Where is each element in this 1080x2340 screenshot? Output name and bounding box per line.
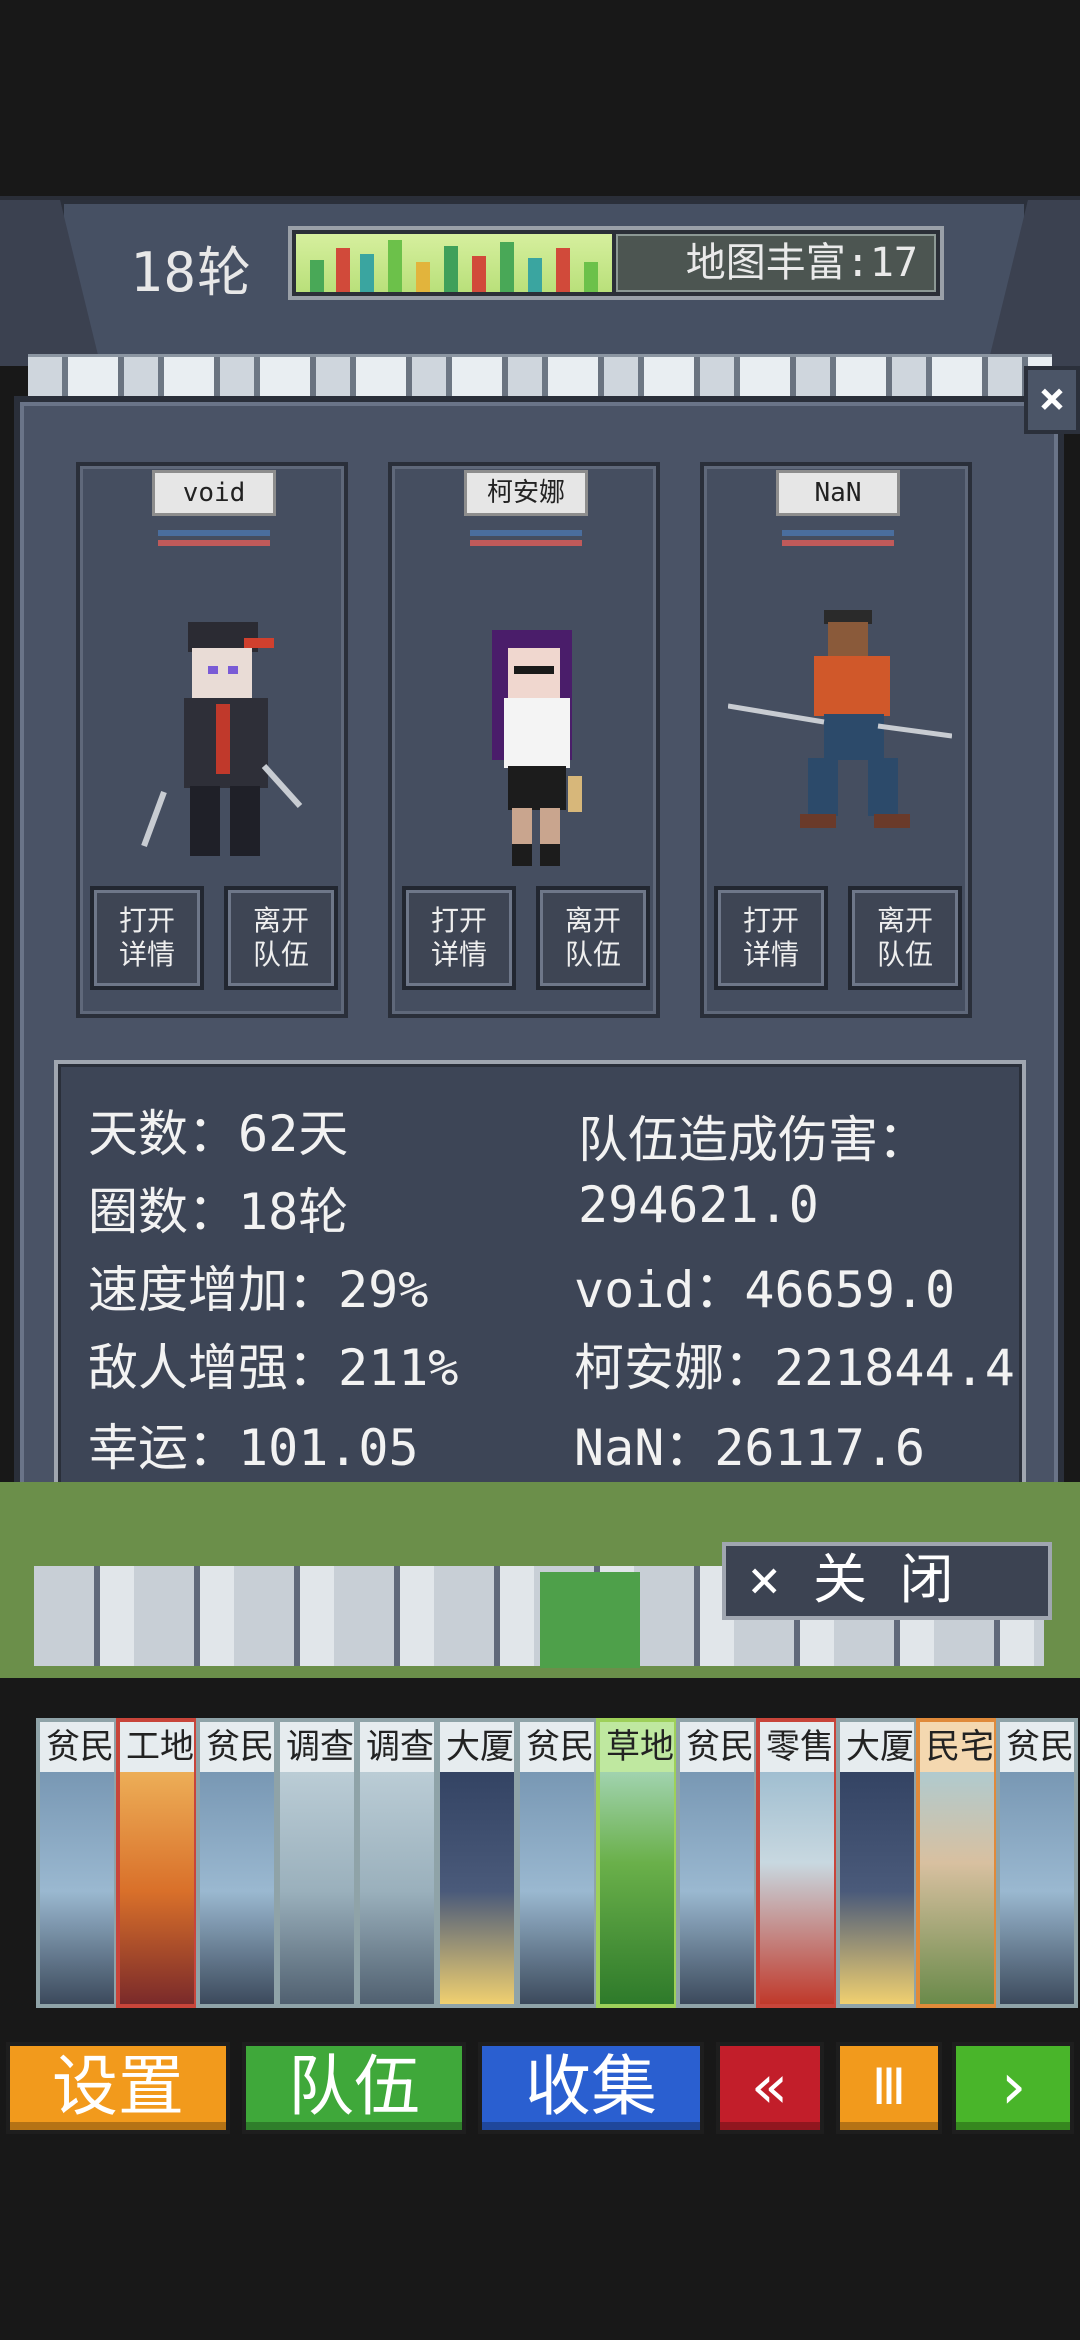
open-details-button[interactable]: 打开 详情 xyxy=(90,886,204,990)
map-richness-bar: 地图丰富:17 xyxy=(288,226,944,300)
stat-loops: 圈数：18轮 xyxy=(88,1183,349,1241)
character-bars xyxy=(782,530,894,550)
map-richness-label: 地图丰富:17 xyxy=(616,234,936,292)
board-grass-tile xyxy=(540,1572,640,1668)
card-residence[interactable]: 民宅 xyxy=(916,1718,998,2008)
stat-luck: 幸运：101.05 xyxy=(88,1419,419,1477)
character-card-void: void 打开 详情 离开 队伍 xyxy=(76,462,348,1018)
leave-team-button[interactable]: 离开 队伍 xyxy=(848,886,962,990)
character-name: 柯安娜 xyxy=(464,470,588,516)
card-investigation[interactable]: 调查 xyxy=(276,1718,358,2008)
stat-enemy-boost: 敌人增强：211% xyxy=(88,1339,459,1397)
character-bars xyxy=(158,530,270,550)
card-slum[interactable]: 贫民 xyxy=(196,1718,278,2008)
character-sprite-keanna xyxy=(492,630,582,866)
character-name: NaN xyxy=(776,470,900,516)
settings-button[interactable]: 设置 xyxy=(6,2042,230,2134)
team-button[interactable]: 队伍 xyxy=(242,2042,466,2134)
character-card-keanna: 柯安娜 打开 详情 离开 队伍 xyxy=(388,462,660,1018)
card-hand: 贫民 工地 贫民 调查 调查 大厦 贫民 草地 贫民 零售 大厦 民宅 贫民 xyxy=(36,1718,1080,2018)
collect-button[interactable]: 收集 xyxy=(478,2042,704,2134)
team-stats-box: 天数：62天 圈数：18轮 速度增加：29% 敌人增强：211% 幸运：101.… xyxy=(54,1060,1026,1506)
card-slum[interactable]: 贫民 xyxy=(676,1718,758,2008)
card-investigation[interactable]: 调查 xyxy=(356,1718,438,2008)
stat-damage-nan: NaN：26117.6 xyxy=(574,1419,926,1477)
leave-team-button[interactable]: 离开 队伍 xyxy=(536,886,650,990)
character-sprite-void xyxy=(141,622,303,856)
stat-days: 天数：62天 xyxy=(88,1105,349,1163)
character-name: void xyxy=(152,470,276,516)
character-sprite-nan xyxy=(728,610,952,828)
close-button[interactable]: × 关 闭 xyxy=(722,1542,1052,1620)
character-card-nan: NaN 打开 详情 离开 队伍 xyxy=(700,462,972,1018)
stat-damage-void: void：46659.0 xyxy=(574,1261,956,1319)
stat-damage-keanna: 柯安娜：221844.4 xyxy=(574,1339,1015,1397)
card-slum[interactable]: 贫民 xyxy=(516,1718,598,2008)
card-retail[interactable]: 零售 xyxy=(756,1718,838,2008)
card-grassland[interactable]: 草地 xyxy=(596,1718,678,2008)
character-bars xyxy=(470,530,582,550)
stat-speed: 速度增加：29% xyxy=(88,1261,429,1319)
card-slum[interactable]: 贫民 xyxy=(996,1718,1078,2008)
card-construction[interactable]: 工地 xyxy=(116,1718,198,2008)
map-building-strip xyxy=(28,354,1052,400)
open-details-button[interactable]: 打开 详情 xyxy=(402,886,516,990)
forward-button[interactable]: › xyxy=(952,2042,1074,2134)
stat-team-damage-label: 队伍造成伤害： xyxy=(578,1111,928,1169)
city-skyline-icon xyxy=(296,234,612,292)
panel-close-icon[interactable]: × xyxy=(1024,366,1080,434)
card-tower[interactable]: 大厦 xyxy=(836,1718,918,2008)
card-tower[interactable]: 大厦 xyxy=(436,1718,518,2008)
rewind-button[interactable]: « xyxy=(716,2042,824,2134)
round-counter: 18轮 xyxy=(130,241,253,304)
open-details-button[interactable]: 打开 详情 xyxy=(714,886,828,990)
stat-team-damage: 294621.0 xyxy=(578,1176,819,1234)
pause-button[interactable]: Ⅲ xyxy=(836,2042,942,2134)
card-slum[interactable]: 贫民 xyxy=(36,1718,118,2008)
leave-team-button[interactable]: 离开 队伍 xyxy=(224,886,338,990)
